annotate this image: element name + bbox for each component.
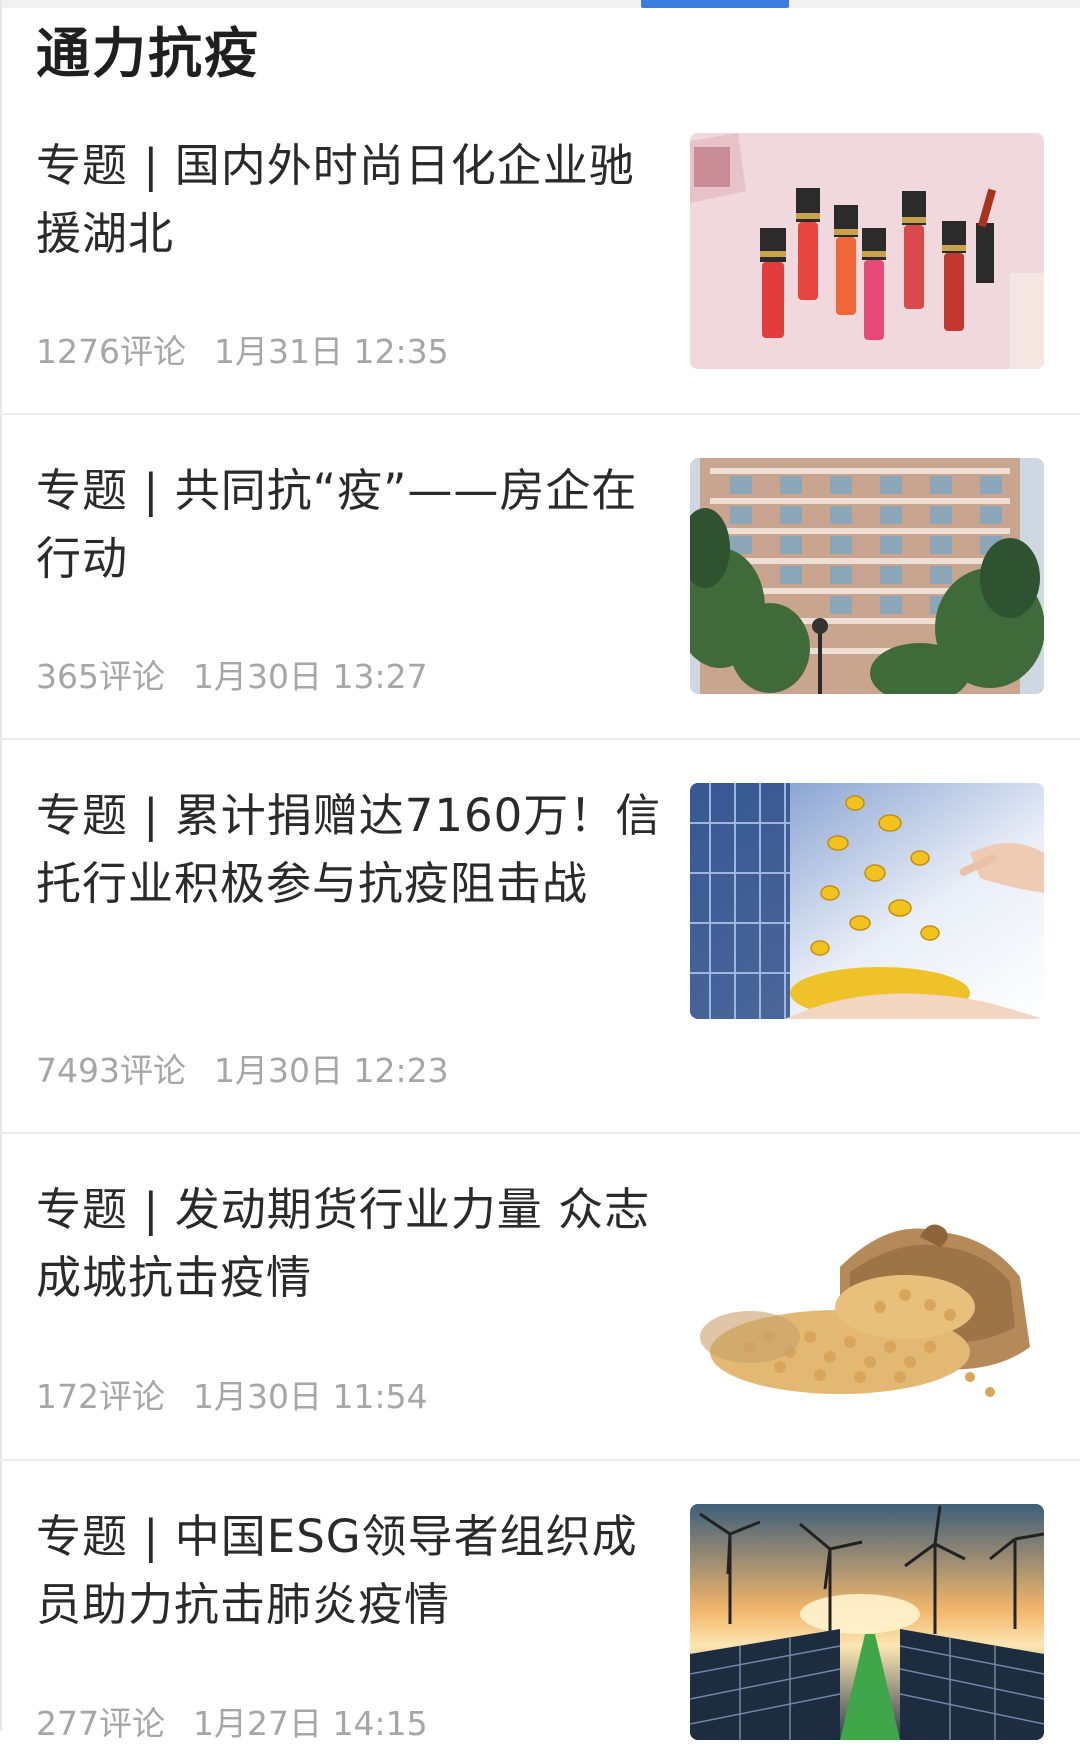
article-title[interactable]: 专题 | 共同抗“疫”——房企在行动 — [36, 457, 666, 593]
article-meta: 277评论 1月27日 14:15 — [36, 1704, 428, 1744]
publish-date: 1月30日 11:54 — [193, 1377, 428, 1416]
article-title[interactable]: 专题 | 国内外时尚日化企业驰援湖北 — [36, 132, 666, 268]
publish-date: 1月30日 13:27 — [193, 657, 428, 696]
article-item[interactable]: 专题 | 共同抗“疫”——房企在行动 365评论 1月30日 13:27 — [0, 415, 1080, 740]
comment-count: 365评论 — [36, 657, 165, 696]
gold-coins-image[interactable] — [690, 783, 1044, 1019]
soybeans-image[interactable] — [690, 1177, 1044, 1413]
article-item[interactable]: 专题 | 中国ESG领导者组织成员助力抗击肺炎疫情 277评论 1月27日 14:… — [0, 1461, 1080, 1761]
wind-solar-image[interactable] — [690, 1504, 1044, 1740]
apartment-building-image[interactable] — [690, 458, 1044, 694]
lipstick-image[interactable] — [690, 133, 1044, 369]
comment-count: 277评论 — [36, 1704, 165, 1743]
article-title[interactable]: 专题 | 中国ESG领导者组织成员助力抗击肺炎疫情 — [36, 1503, 666, 1639]
article-meta: 365评论 1月30日 13:27 — [36, 657, 428, 697]
article-meta: 1276评论 1月31日 12:35 — [36, 332, 449, 372]
publish-date: 1月27日 14:15 — [193, 1704, 428, 1743]
active-tab-indicator — [641, 0, 789, 8]
article-title[interactable]: 专题 | 发动期货行业力量 众志成城抗击疫情 — [36, 1176, 666, 1312]
article-title[interactable]: 专题 | 累计捐赠达7160万！信托行业积极参与抗疫阻击战 — [36, 782, 666, 918]
comment-count: 1276评论 — [36, 332, 186, 371]
article-item[interactable]: 专题 | 发动期货行业力量 众志成城抗击疫情 172评论 1月30日 11:54 — [0, 1134, 1080, 1461]
section-title: 通力抗疫 — [36, 22, 260, 85]
publish-date: 1月31日 12:35 — [213, 332, 449, 371]
comment-count: 7493评论 — [36, 1051, 186, 1090]
comment-count: 172评论 — [36, 1377, 165, 1416]
article-item[interactable]: 专题 | 累计捐赠达7160万！信托行业积极参与抗疫阻击战 7493评论 1月30… — [0, 740, 1080, 1134]
top-tab-strip — [0, 0, 1080, 8]
article-meta: 7493评论 1月30日 12:23 — [36, 1051, 449, 1091]
publish-date: 1月30日 12:23 — [213, 1051, 449, 1090]
article-meta: 172评论 1月30日 11:54 — [36, 1377, 428, 1417]
article-item[interactable]: 专题 | 国内外时尚日化企业驰援湖北 1276评论 1月31日 12:35 — [0, 110, 1080, 415]
